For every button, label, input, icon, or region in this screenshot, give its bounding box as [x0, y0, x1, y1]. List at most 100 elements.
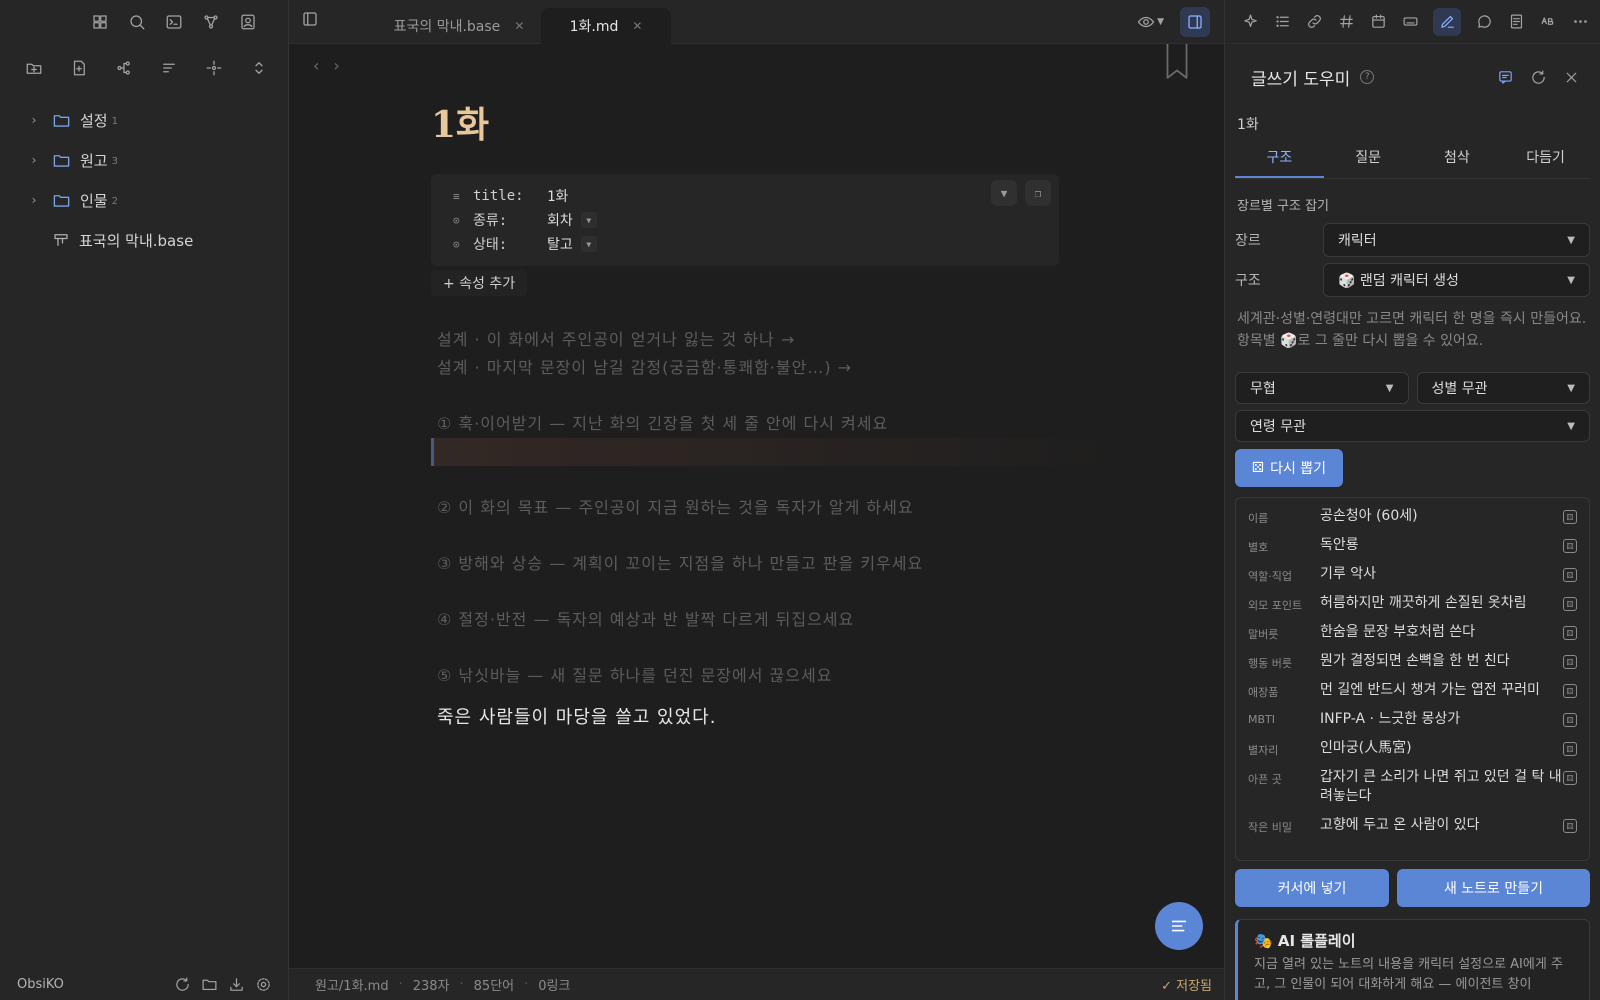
- focus-icon[interactable]: [202, 56, 226, 80]
- back-arrow-icon[interactable]: ‹: [313, 56, 319, 75]
- new-note-icon[interactable]: [67, 56, 91, 80]
- dice-icon[interactable]: ⚄: [1563, 684, 1577, 698]
- dice-icon[interactable]: ⚄: [1563, 597, 1577, 611]
- terminal-icon[interactable]: [162, 10, 186, 34]
- sync-icon[interactable]: [174, 976, 191, 993]
- vault-name[interactable]: ObsiKO: [17, 977, 174, 992]
- note-title[interactable]: 1화: [431, 96, 489, 148]
- property-value[interactable]: 탈고: [547, 234, 573, 254]
- add-property-button[interactable]: + 속성 추가: [431, 270, 528, 296]
- chevron-right-icon[interactable]: ›: [26, 193, 42, 207]
- hierarchy-icon[interactable]: [112, 56, 136, 80]
- tab-structure[interactable]: 구조: [1235, 140, 1324, 178]
- tree-folder-characters[interactable]: › 인물 2: [0, 180, 288, 220]
- expand-collapse-icon[interactable]: [247, 56, 271, 80]
- contact-icon[interactable]: [236, 10, 260, 34]
- more-options-icon[interactable]: [1571, 8, 1589, 36]
- folder-count: 1: [111, 116, 118, 127]
- tree-folder-settings[interactable]: › 설정 1: [0, 100, 288, 140]
- dice-icon[interactable]: ⚄: [1563, 771, 1577, 785]
- editor-pane[interactable]: ‹ › 1화 ≡ title: 1화 ⊙ 종류: 회차 ▼ ⊙ 상태: 탈고 ▼…: [289, 44, 1224, 968]
- dice-icon[interactable]: ⚄: [1563, 655, 1577, 669]
- forward-arrow-icon[interactable]: ›: [333, 56, 339, 75]
- insert-at-cursor-button[interactable]: 커서에 넣기: [1235, 869, 1389, 907]
- result-row: 작은 비밀 고향에 두고 온 사람이 있다 ⚄: [1236, 811, 1589, 840]
- refresh-icon[interactable]: [1530, 69, 1547, 86]
- settings-gear-icon[interactable]: [255, 976, 272, 993]
- chevron-right-icon[interactable]: ›: [26, 153, 42, 167]
- result-value: 먼 길엔 반드시 챙겨 가는 엽전 꾸러미: [1320, 682, 1540, 698]
- note-body[interactable]: 설계 · 이 화에서 주인공이 얻거나 잃는 것 하나 → 설계 · 마지막 문…: [431, 326, 1137, 732]
- link-icon[interactable]: [1305, 8, 1323, 36]
- search-icon[interactable]: [125, 10, 149, 34]
- active-line[interactable]: [431, 438, 1137, 466]
- bookmark-icon[interactable]: [1164, 44, 1190, 80]
- close-icon[interactable]: [1563, 69, 1580, 86]
- new-folder-icon[interactable]: [22, 56, 46, 80]
- dice-icon[interactable]: ⚄: [1563, 568, 1577, 582]
- result-key: 별자리: [1248, 744, 1279, 757]
- property-row[interactable]: ⊙ 종류: 회차 ▼: [453, 208, 1059, 232]
- tab-close-icon[interactable]: ✕: [514, 19, 524, 33]
- calendar-icon[interactable]: [1369, 8, 1387, 36]
- chevron-down-icon[interactable]: ▼: [580, 236, 597, 252]
- tree-file-base[interactable]: 표국의 막내.base: [0, 220, 288, 260]
- result-row: 이름 공손청아 (60세) ⚄: [1236, 502, 1589, 531]
- hashtag-icon[interactable]: [1337, 8, 1355, 36]
- reroll-button[interactable]: ⚄ 다시 뽑기: [1235, 449, 1343, 487]
- property-row[interactable]: ≡ title: 1화: [453, 184, 1059, 208]
- tab-close-icon[interactable]: ✕: [632, 19, 642, 33]
- chevron-down-icon[interactable]: ▼: [580, 212, 597, 228]
- spellcheck-icon[interactable]: [1539, 8, 1557, 36]
- collapse-properties-icon[interactable]: ▼: [991, 180, 1017, 206]
- genre-select[interactable]: 캐릭터 ▼: [1323, 223, 1590, 257]
- ai-roleplay-card[interactable]: 🎭 AI 롤플레이 지금 열려 있는 노트의 내용을 캐릭터 설정으로 AI에게…: [1235, 919, 1590, 1000]
- download-icon[interactable]: [228, 976, 245, 993]
- gender-value: 성별 무관: [1431, 381, 1488, 397]
- create-note-button[interactable]: 새 노트로 만들기: [1397, 869, 1590, 907]
- dice-icon[interactable]: ⚄: [1563, 819, 1577, 833]
- pen-writing-icon[interactable]: [1433, 7, 1461, 36]
- property-value[interactable]: 1화: [547, 186, 568, 206]
- dashboard-icon[interactable]: [88, 10, 112, 34]
- tab-current-note[interactable]: 1화.md ✕: [541, 8, 671, 44]
- help-icon[interactable]: ?: [1360, 70, 1375, 84]
- properties-block[interactable]: ≡ title: 1화 ⊙ 종류: 회차 ▼ ⊙ 상태: 탈고 ▼ ▼ ❐: [431, 174, 1059, 266]
- dice-icon[interactable]: ⚄: [1563, 626, 1577, 640]
- age-select[interactable]: 연령 무관 ▼: [1235, 410, 1590, 442]
- comment-icon[interactable]: [1497, 69, 1514, 86]
- list-icon[interactable]: [1273, 8, 1291, 36]
- property-value[interactable]: 회차: [547, 210, 573, 230]
- sidebar-toggle-icon[interactable]: [301, 10, 319, 28]
- design-hint: 설계 · 이 화에서 주인공이 얻거나 잃는 것 하나 →: [437, 330, 796, 349]
- chat-bubble-icon[interactable]: [1475, 8, 1493, 36]
- tab-base-file[interactable]: 표국의 막내.base ✕: [379, 8, 539, 44]
- structure-label: 구조: [1235, 273, 1261, 289]
- folder-open-icon[interactable]: [201, 976, 218, 993]
- sort-icon[interactable]: [157, 56, 181, 80]
- tab-label: 1화.md: [569, 19, 619, 35]
- world-select[interactable]: 무협 ▼: [1235, 372, 1409, 404]
- story-line[interactable]: 죽은 사람들이 마당을 쓸고 있었다.: [437, 704, 1137, 732]
- copy-icon[interactable]: ❐: [1025, 180, 1051, 206]
- reading-mode-toggle[interactable]: ▼: [1137, 13, 1164, 31]
- dice-icon[interactable]: ⚄: [1563, 742, 1577, 756]
- tab-polish[interactable]: 다듬기: [1501, 140, 1590, 178]
- keyboard-icon[interactable]: [1401, 8, 1419, 36]
- dice-icon[interactable]: ⚄: [1563, 539, 1577, 553]
- dice-icon[interactable]: ⚄: [1563, 510, 1577, 524]
- property-row[interactable]: ⊙ 상태: 탈고 ▼: [453, 232, 1059, 256]
- gender-select[interactable]: 성별 무관 ▼: [1416, 372, 1590, 404]
- sparkle-icon[interactable]: [1241, 8, 1259, 36]
- tab-review[interactable]: 첨삭: [1413, 140, 1502, 178]
- graph-icon[interactable]: [199, 10, 223, 34]
- tab-questions[interactable]: 질문: [1324, 140, 1413, 178]
- outline-fab-icon[interactable]: [1155, 902, 1203, 950]
- structure-select[interactable]: 🎲 랜덤 캐릭터 생성 ▼: [1323, 263, 1590, 297]
- tree-folder-manuscript[interactable]: › 원고 3: [0, 140, 288, 180]
- dice-icon[interactable]: ⚄: [1563, 713, 1577, 727]
- folder-icon: [52, 111, 71, 130]
- chevron-right-icon[interactable]: ›: [26, 113, 42, 127]
- document-icon[interactable]: [1507, 8, 1525, 36]
- right-sidebar-toggle-icon[interactable]: [1180, 7, 1210, 37]
